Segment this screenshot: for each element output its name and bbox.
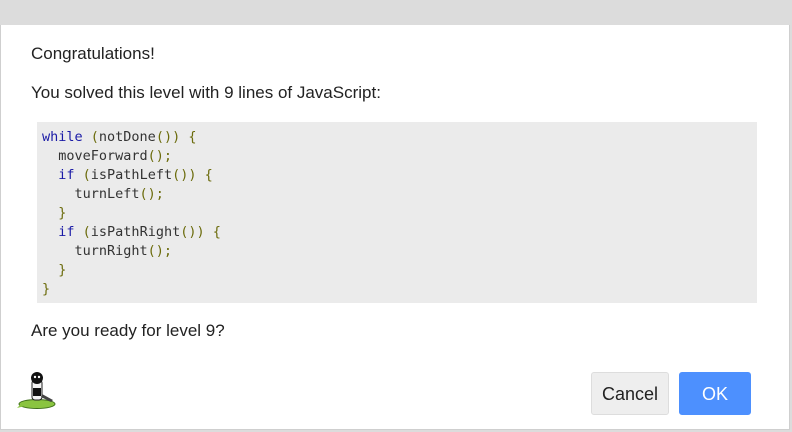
- code-punctuation: ();: [139, 186, 164, 202]
- ok-button[interactable]: OK: [679, 372, 751, 415]
- code-line: turnRight();: [42, 242, 752, 261]
- code-line: moveForward();: [42, 147, 752, 166]
- code-punctuation: ()) {: [172, 167, 213, 183]
- code-listing: while (notDone()) { moveForward(); if (i…: [37, 122, 757, 303]
- code-punctuation: }: [58, 262, 67, 278]
- code-punctuation: }: [42, 281, 51, 297]
- cancel-button[interactable]: Cancel: [591, 372, 669, 415]
- dialog-heading: Congratulations!: [31, 44, 155, 63]
- pegman-on-lilypad-icon: [17, 372, 56, 409]
- code-function-name: isPathRight: [90, 224, 181, 240]
- code-keyword: while: [42, 129, 83, 145]
- code-punctuation: }: [58, 205, 67, 221]
- code-punctuation: ();: [147, 243, 173, 259]
- code-punctuation: (: [74, 167, 91, 183]
- solved-message: You solved this level with 9 lines of Ja…: [31, 83, 381, 102]
- code-line: while (notDone()) {: [42, 128, 752, 147]
- code-keyword: if: [58, 224, 75, 240]
- code-punctuation: (: [82, 129, 99, 145]
- code-punctuation: ()) {: [155, 129, 197, 145]
- next-level-prompt: Are you ready for level 9?: [31, 321, 225, 340]
- code-function-name: moveForward: [58, 148, 148, 164]
- code-line: }: [42, 280, 752, 299]
- code-function-name: turnRight: [74, 243, 148, 259]
- code-punctuation: ();: [147, 148, 173, 164]
- code-line: if (isPathLeft()) {: [42, 166, 752, 185]
- completion-dialog: Congratulations! You solved this level w…: [0, 25, 790, 430]
- code-punctuation: (: [74, 224, 91, 240]
- code-keyword: if: [58, 167, 75, 183]
- code-function-name: turnLeft: [74, 186, 140, 202]
- code-line: }: [42, 204, 752, 223]
- code-punctuation: ()) {: [180, 224, 221, 240]
- code-line: if (isPathRight()) {: [42, 223, 752, 242]
- code-line: turnLeft();: [42, 185, 752, 204]
- code-function-name: notDone: [98, 129, 156, 145]
- code-function-name: isPathLeft: [90, 167, 173, 183]
- code-line: }: [42, 261, 752, 280]
